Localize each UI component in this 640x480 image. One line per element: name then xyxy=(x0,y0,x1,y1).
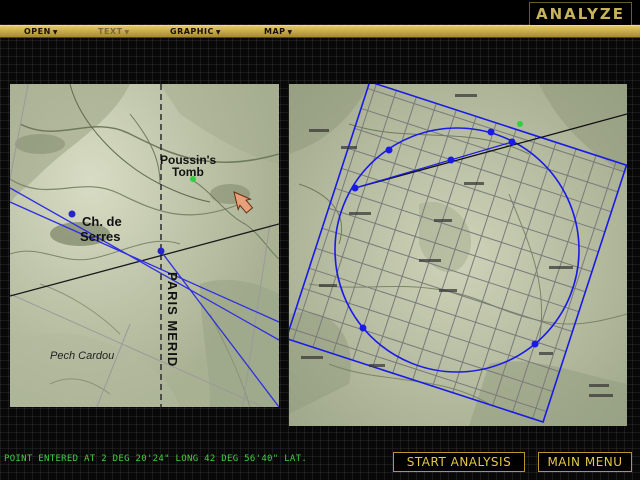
blue-point xyxy=(508,138,516,146)
serres-label-1: Ch. de xyxy=(82,214,122,229)
tomb-label: Tomb xyxy=(172,165,204,179)
menu-text-label: TEXT xyxy=(98,27,123,36)
detail-map[interactable]: Poussin's Tomb Ch. de Serres Pech Cardou… xyxy=(10,84,279,407)
blue-point xyxy=(351,184,359,192)
meridian-label: PARIS MERID xyxy=(165,272,180,367)
serres-label-2: Serres xyxy=(80,229,120,244)
chevron-down-icon: ▼ xyxy=(287,29,293,36)
menu-map[interactable]: MAP ▼ xyxy=(264,26,293,37)
title-bar: ANALYZE xyxy=(0,0,640,25)
blue-point xyxy=(447,156,455,164)
menu-open[interactable]: OPEN ▼ xyxy=(24,26,58,37)
blue-point xyxy=(359,324,367,332)
green-point xyxy=(517,121,523,127)
status-message: POINT ENTERED AT 2 DEG 20'24" LONG 42 DE… xyxy=(4,454,308,464)
pech-cardou-label: Pech Cardou xyxy=(50,350,114,362)
chevron-down-icon: ▼ xyxy=(52,29,58,36)
menu-graphic[interactable]: GRAPHIC ▼ xyxy=(170,26,221,37)
main-menu-button[interactable]: MAIN MENU xyxy=(538,452,632,472)
blue-point xyxy=(385,146,393,154)
menu-bar: OPEN ▼ TEXT ▼ GRAPHIC ▼ MAP ▼ xyxy=(0,25,640,38)
menu-map-label: MAP xyxy=(264,27,286,36)
overview-map[interactable] xyxy=(289,84,627,426)
screen-title: ANALYZE xyxy=(529,2,632,25)
chevron-down-icon: ▼ xyxy=(124,29,130,36)
blue-point xyxy=(487,128,495,136)
detail-map-graphic: Poussin's Tomb Ch. de Serres Pech Cardou… xyxy=(10,84,279,407)
menu-open-label: OPEN xyxy=(24,27,51,36)
blue-point xyxy=(157,247,165,255)
blue-point xyxy=(68,210,76,218)
start-analysis-button[interactable]: START ANALYSIS xyxy=(393,452,525,472)
menu-text[interactable]: TEXT ▼ xyxy=(98,26,130,37)
chevron-down-icon: ▼ xyxy=(215,29,221,36)
menu-graphic-label: GRAPHIC xyxy=(170,27,214,36)
overview-map-graphic xyxy=(289,84,627,426)
blue-point xyxy=(531,340,539,348)
